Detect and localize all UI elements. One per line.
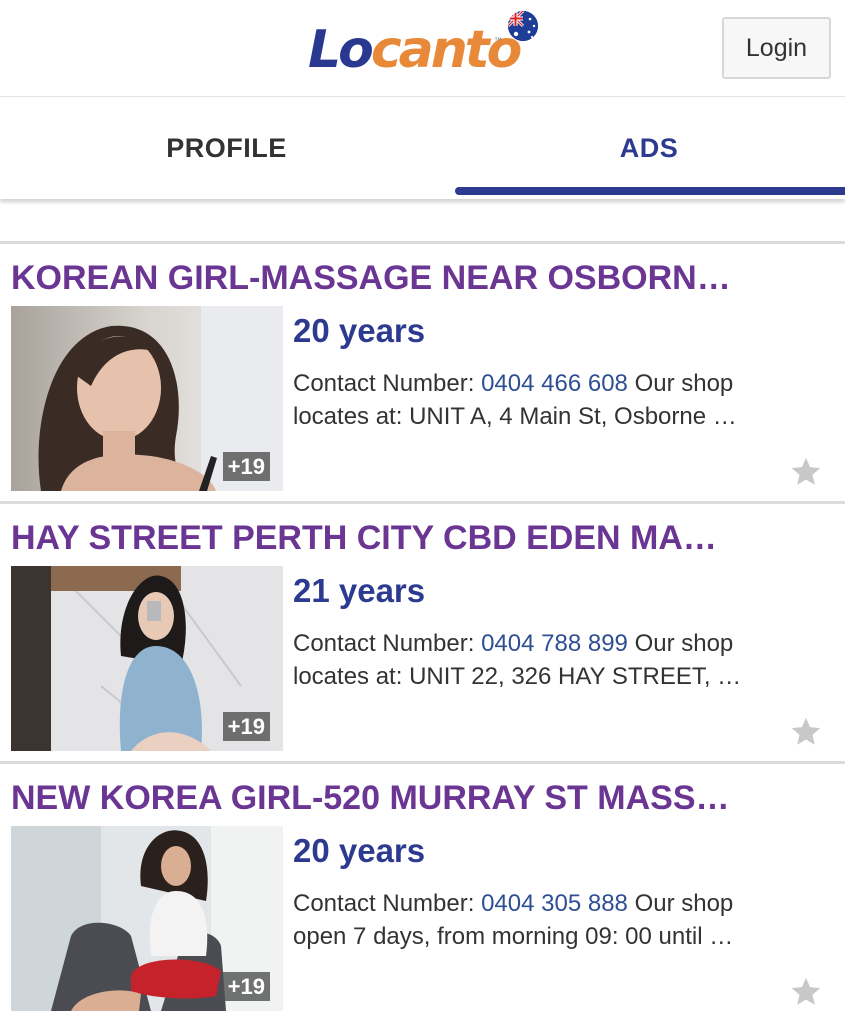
listing-title[interactable]: NEW KOREA GIRL-520 MURRAY ST MASS… [11, 778, 835, 818]
australia-flag-icon [508, 11, 538, 41]
description-line: locates at: UNIT A, 4 Main St, Osborne … [293, 403, 737, 430]
tab-ads[interactable]: ADS [453, 97, 845, 199]
contact-label: Contact Number: [293, 370, 475, 397]
listing-title[interactable]: KOREAN GIRL-MASSAGE NEAR OSBORN… [11, 258, 835, 298]
photo-count-badge: +19 [222, 972, 270, 1001]
listing-description: Contact Number: 0404 466 608 Our shop lo… [293, 367, 793, 433]
phone-link[interactable]: 0404 305 888 [481, 890, 628, 917]
listing-title[interactable]: HAY STREET PERTH CITY CBD EDEN MA… [11, 518, 835, 558]
listing-item[interactable]: NEW KOREA GIRL-520 MURRAY ST MASS… +19 2… [0, 761, 845, 1021]
site-header: Locanto ™ Login [0, 0, 845, 97]
description-text: Our shop [634, 890, 734, 917]
description-line: open 7 days, from morning 09: 00 until … [293, 923, 734, 950]
favorite-star-icon[interactable] [789, 715, 823, 749]
listing-age: 20 years [293, 312, 426, 349]
contact-label: Contact Number: [293, 630, 475, 657]
description-text: Our shop [634, 370, 734, 397]
description-text: Our shop [634, 630, 734, 657]
contact-label: Contact Number: [293, 890, 475, 917]
locanto-logo[interactable]: Locanto ™ [308, 20, 522, 80]
listing-item[interactable]: HAY STREET PERTH CITY CBD EDEN MA… +19 2… [0, 501, 845, 761]
listing-description: Contact Number: 0404 788 899 Our shop lo… [293, 627, 793, 693]
phone-link[interactable]: 0404 466 608 [481, 370, 628, 397]
listing-photo[interactable]: +19 [11, 826, 283, 1011]
login-button[interactable]: Login [722, 17, 831, 79]
profile-tabs: PROFILE ADS [0, 97, 845, 199]
listing-age: 20 years [293, 832, 426, 869]
ads-list: KOREAN GIRL-MASSAGE NEAR OSBORN… +19 20 … [0, 241, 845, 1021]
photo-count-badge: +19 [222, 712, 270, 741]
favorite-star-icon[interactable] [789, 975, 823, 1009]
phone-link[interactable]: 0404 788 899 [481, 630, 628, 657]
active-tab-indicator [455, 187, 845, 195]
listing-item[interactable]: KOREAN GIRL-MASSAGE NEAR OSBORN… +19 20 … [0, 241, 845, 501]
logo-wordmark: Locanto [308, 20, 522, 80]
listing-photo[interactable]: +19 [11, 306, 283, 491]
tab-profile[interactable]: PROFILE [0, 97, 453, 199]
description-line: locates at: UNIT 22, 326 HAY STREET, … [293, 663, 742, 690]
trademark-mark: ™ [494, 36, 502, 45]
listing-photo[interactable]: +19 [11, 566, 283, 751]
listing-age: 21 years [293, 572, 426, 609]
listing-description: Contact Number: 0404 305 888 Our shop op… [293, 887, 793, 953]
photo-count-badge: +19 [222, 452, 270, 481]
favorite-star-icon[interactable] [789, 455, 823, 489]
